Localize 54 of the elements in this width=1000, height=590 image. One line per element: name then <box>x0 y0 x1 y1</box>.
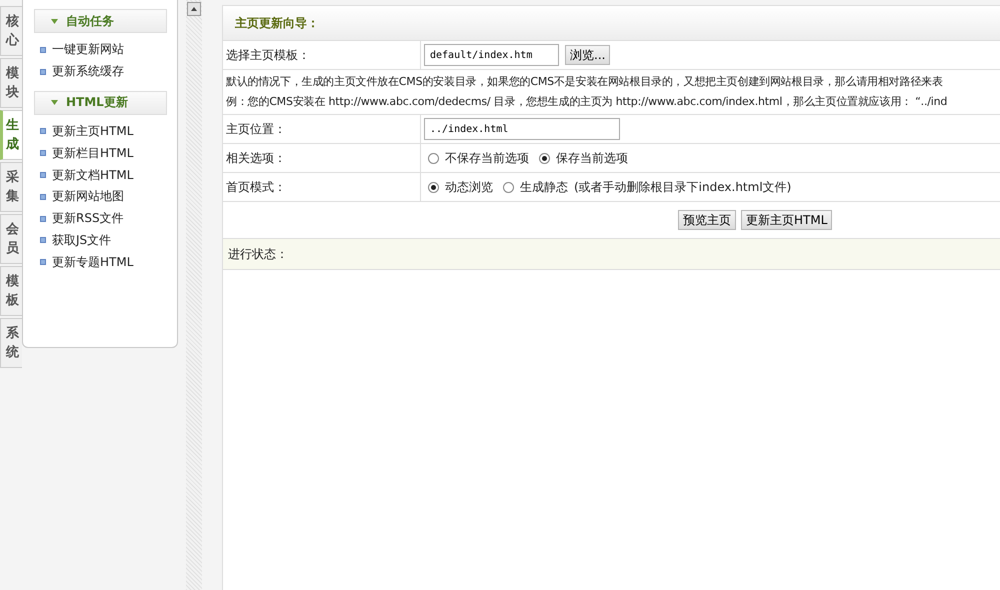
radio-button[interactable] <box>539 152 550 164</box>
radio-button[interactable] <box>503 182 514 192</box>
side-tab[interactable]: 模块 <box>0 58 22 108</box>
status-label: 进行状态： <box>228 246 288 262</box>
option-label: 生成静态 <box>520 178 568 196</box>
input-field[interactable]: default/index.htm <box>424 44 559 66</box>
action-button[interactable]: 更新主页HTML <box>741 210 832 230</box>
sidebar-link[interactable]: 更新栏目HTML <box>52 144 134 162</box>
sidebar-link[interactable]: 更新RSS文件 <box>52 210 124 228</box>
sidebar-link[interactable]: 更新网站地图 <box>52 188 124 206</box>
scroll-up-icon[interactable] <box>187 2 201 16</box>
option-label: 动态浏览 <box>445 178 493 196</box>
radio-button[interactable] <box>428 182 439 192</box>
side-tab[interactable]: 核心 <box>0 6 22 56</box>
section-header[interactable]: 自动任务 <box>34 9 167 33</box>
side-tab[interactable]: 采集 <box>0 162 22 212</box>
radio-button[interactable] <box>428 152 439 164</box>
note-text: 例：您的CMS安装在 http://www.abc.com/dedecms/ 目录，您想生成的主页为 http://www.abc.com/index.html，那么主页位置就应该用： “../ind <box>226 94 948 110</box>
field-label: 主页位置： <box>226 120 286 138</box>
bullet-icon <box>40 128 46 134</box>
field-label: 首页模式： <box>226 178 286 196</box>
section-header[interactable]: HTML更新 <box>34 90 167 115</box>
caret-icon <box>51 18 58 24</box>
bullet-icon <box>40 172 46 178</box>
bullet-icon <box>40 68 46 75</box>
sidebar-link[interactable]: 获取JS文件 <box>52 232 112 249</box>
option-label: 不保存当前选项 <box>445 150 529 166</box>
sidebar-link[interactable]: 更新主页HTML <box>52 122 134 140</box>
scrollbar[interactable] <box>186 0 202 590</box>
sidebar-link[interactable]: 更新系统缓存 <box>52 63 124 80</box>
sidebar-link[interactable]: 一键更新网站 <box>52 41 124 58</box>
browse-button[interactable]: 浏览... <box>565 45 610 65</box>
sidebar-link[interactable]: 更新专题HTML <box>52 254 134 271</box>
bullet-icon <box>40 216 46 222</box>
caret-icon <box>51 100 58 106</box>
bullet-icon <box>40 150 46 156</box>
side-tab[interactable]: 系统 <box>0 318 22 368</box>
section-title: HTML更新 <box>66 94 128 112</box>
field-label: 相关选项： <box>226 150 286 166</box>
option-note: (或者手动删除根目录下index.html文件) <box>574 178 792 196</box>
section-title: 自动任务 <box>66 12 114 30</box>
bullet-icon <box>40 194 46 200</box>
input-field[interactable]: ../index.html <box>424 118 620 140</box>
note-text: 默认的情况下，生成的主页文件放在CMS的安装目录，如果您的CMS不是安装在网站根目录的，又想把主页创建到网站根目录，那么请用相对路径来表 <box>226 74 944 90</box>
field-label: 选择主页模板： <box>226 46 310 64</box>
option-label: 保存当前选项 <box>556 150 628 166</box>
side-tab[interactable]: 模板 <box>0 266 22 316</box>
bullet-icon <box>40 46 46 53</box>
bullet-icon <box>40 259 46 266</box>
sidebar-link[interactable]: 更新文档HTML <box>52 166 134 184</box>
side-tab[interactable]: 生成 <box>0 110 22 160</box>
side-tab[interactable]: 会员 <box>0 214 22 264</box>
bullet-icon <box>40 237 46 244</box>
action-button[interactable]: 预览主页 <box>678 210 736 230</box>
